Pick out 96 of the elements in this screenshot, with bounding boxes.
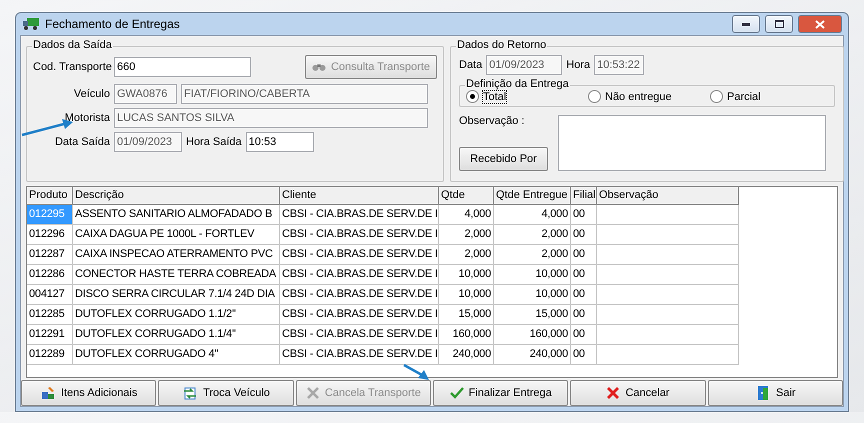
table-cell: CAIXA INSPECAO ATERRAMENTO PVC [73,245,280,265]
table-cell: 012291 [27,325,73,345]
group-title: Definição da Entrega [465,78,570,90]
table-cell: CBSI - CIA.BRAS.DE SERV.DE I [280,325,439,345]
table-cell: 10,000 [494,265,571,285]
column-header[interactable]: Produto [27,187,73,205]
table-cell: CAIXA DAGUA PE 1000L - FORTLEV [73,225,280,245]
table-cell: 00 [571,265,597,285]
table-cell: 2,000 [494,225,571,245]
field-label: Observação : [459,115,526,127]
field-label: Hora Saída [186,136,242,148]
close-icon [815,20,825,28]
group-title: Dados da Saída [32,39,113,51]
table-cell: 012285 [27,305,73,325]
action-button[interactable]: Cancelar [570,380,706,406]
swap-icon [182,385,198,401]
table-cell: 240,000 [439,345,494,365]
received-by-button[interactable]: Recebido Por [459,147,548,171]
table-cell: DUTOFLEX CORRUGADO 1.1/4'' [73,325,280,345]
maximize-button[interactable] [765,15,793,33]
table-cell: 15,000 [494,305,571,325]
column-header[interactable]: Filial [571,187,597,205]
close-icon [606,386,620,400]
table-cell: DUTOFLEX CORRUGADO 1.1/2'' [73,305,280,325]
table-cell: CBSI - CIA.BRAS.DE SERV.DE I [280,305,439,325]
table-cell: 012295 [27,205,73,225]
close-icon [306,386,320,400]
action-button[interactable]: Finalizar Entrega [432,380,568,406]
column-header[interactable]: Qtde Entregue [494,187,571,205]
action-button[interactable]: Itens Adicionais [21,380,156,406]
departure-time-field[interactable]: 10:53 [246,132,314,152]
transport-code-field[interactable]: 660 [114,57,251,77]
radio-dot-icon [470,94,475,99]
table-cell: 012287 [27,245,73,265]
column-header[interactable]: Cliente [280,187,439,205]
table-cell: 00 [571,305,597,325]
table-cell: CBSI - CIA.BRAS.DE SERV.DE I [280,345,439,365]
notes-field[interactable] [558,115,826,171]
table-cell: 15,000 [439,305,494,325]
boxes-icon [40,385,56,401]
field-label: Hora [566,59,590,71]
radio-option[interactable]: Parcial [710,90,828,103]
window-title: Fechamento de Entregas [45,17,181,31]
table-cell: 012286 [27,265,73,285]
table-cell: 00 [571,345,597,365]
field-label: Cod. Transporte [33,61,110,73]
table-cell: CBSI - CIA.BRAS.DE SERV.DE I [280,205,439,225]
table-cell: 00 [571,225,597,245]
action-button[interactable]: Sair [708,380,843,406]
minimize-icon [742,22,750,26]
group-title: Dados do Retorno [456,39,548,51]
table-cell: 012296 [27,225,73,245]
table-cell: 10,000 [494,285,571,305]
table-cell: 10,000 [439,265,494,285]
table-cell: 4,000 [439,205,494,225]
table-cell: ASSENTO SANITARIO ALMOFADADO B [73,205,280,225]
action-button[interactable]: Troca Veículo [158,380,294,406]
table-cell: 160,000 [494,325,571,345]
table-cell: CBSI - CIA.BRAS.DE SERV.DE I [280,245,439,265]
table-cell: 00 [571,205,597,225]
field-label: Data [459,59,482,71]
column-header[interactable]: Qtde [439,187,494,205]
table-cell: CBSI - CIA.BRAS.DE SERV.DE I [280,265,439,285]
table-cell: DISCO SERRA CIRCULAR 7.1/4 24D DIA [73,285,280,305]
field-label: Veículo [72,88,110,100]
table-cell: DUTOFLEX CORRUGADO 4'' [73,345,280,365]
maximize-icon [774,20,784,28]
field-label: Data Saída [54,136,110,148]
table-cell: 160,000 [439,325,494,345]
close-button[interactable] [798,15,842,33]
column-header[interactable]: Descrição [73,187,280,205]
check-icon [450,387,464,399]
table-cell: 240,000 [494,345,571,365]
table-cell: 012289 [27,345,73,365]
radio-option[interactable]: Não entregue [588,90,706,103]
radio-button[interactable] [588,90,601,103]
table-cell: 00 [571,245,597,265]
truck-icon [22,17,40,31]
radio-button[interactable] [710,90,723,103]
table-cell: 2,000 [494,245,571,265]
table-cell: CBSI - CIA.BRAS.DE SERV.DE I [280,225,439,245]
table-cell: 2,000 [439,225,494,245]
radio-button[interactable] [466,90,479,103]
table-cell: 00 [571,325,597,345]
table-cell: CONECTOR HASTE TERRA COBREADA [73,265,280,285]
table-cell: 10,000 [439,285,494,305]
minimize-button[interactable] [732,15,760,33]
table-cell: CBSI - CIA.BRAS.DE SERV.DE I [280,285,439,305]
table-cell: 004127 [27,285,73,305]
column-header[interactable]: Observação [597,187,739,205]
radio-option[interactable]: Total [466,90,584,103]
table-cell: 00 [571,285,597,305]
annotation-arrow [402,363,430,381]
table-cell: 4,000 [494,205,571,225]
field-label: Motorista [64,112,110,124]
table-cell: 2,000 [439,245,494,265]
